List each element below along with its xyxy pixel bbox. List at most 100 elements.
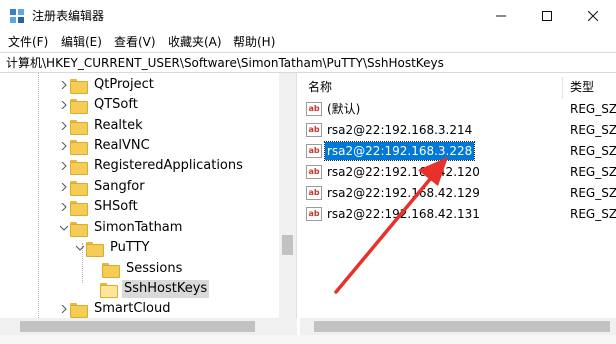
value-row[interactable]: ab rsa2@22:192.168.3.214: [306, 120, 474, 140]
menu-favorites[interactable]: 收藏夹(A): [168, 34, 222, 50]
menu-file[interactable]: 文件(F): [8, 34, 48, 50]
tree-vertical-scrollbar[interactable]: [279, 73, 296, 318]
value-type: REG_SZ: [570, 165, 616, 179]
column-header-name[interactable]: 名称: [308, 79, 332, 95]
key-tree[interactable]: QtProject QTSoft Realtek RealVNC Registe…: [0, 73, 297, 344]
tree-item-label: SimonTatham: [94, 220, 183, 235]
tree-item-label: Sessions: [126, 261, 183, 276]
chevron-right-icon[interactable]: [58, 177, 70, 197]
chevron-right-icon[interactable]: [58, 95, 70, 115]
tree-item-sshhostkeys[interactable]: SshHostKeys: [100, 279, 210, 299]
value-row[interactable]: ab rsa2@22:192.168.42.131: [306, 204, 482, 224]
tree-item-label: Sangfor: [94, 179, 145, 194]
tree-item-smartcloud[interactable]: SmartCloud: [58, 299, 172, 319]
tree-item-label: RealVNC: [94, 138, 150, 153]
value-type: REG_SZ: [570, 102, 616, 116]
folder-icon: [70, 180, 88, 196]
value-name: rsa2@22:192.168.42.129: [327, 186, 480, 200]
folder-icon: [70, 98, 88, 114]
value-type: REG_SZ: [570, 123, 616, 137]
folder-icon: [70, 200, 88, 216]
tree-item-sessions[interactable]: Sessions: [90, 259, 184, 279]
tree-item-label: QTSoft: [94, 97, 138, 112]
tree-item-registeredapplications[interactable]: RegisteredApplications: [58, 156, 245, 176]
scrollbar-thumb[interactable]: [314, 321, 610, 332]
value-name: rsa2@22:192.168.42.131: [327, 207, 480, 221]
minimize-button[interactable]: [478, 0, 524, 32]
list-horizontal-scrollbar[interactable]: [300, 318, 616, 335]
chevron-right-icon[interactable]: [58, 75, 70, 95]
scrollbar-thumb[interactable]: [20, 321, 255, 332]
folder-icon: [86, 241, 104, 257]
chevron-down-icon[interactable]: [74, 238, 86, 258]
value-name: rsa2@22:192.168.3.228: [323, 141, 476, 161]
tree-item-label: SshHostKeys: [122, 280, 210, 298]
folder-icon: [70, 78, 88, 94]
string-value-icon: ab: [306, 144, 322, 158]
folder-icon: [102, 262, 120, 278]
folder-icon: [70, 159, 88, 175]
tree-guide-line: [38, 73, 39, 344]
value-type: REG_SZ: [570, 207, 616, 221]
menu-help[interactable]: 帮助(H): [233, 34, 275, 50]
window-title: 注册表编辑器: [32, 9, 105, 23]
tree-item-label: RegisteredApplications: [94, 158, 243, 173]
column-divider[interactable]: [562, 77, 563, 99]
string-value-icon: ab: [306, 102, 322, 116]
tree-horizontal-scrollbar[interactable]: [0, 318, 297, 335]
tree-item-sangfor[interactable]: Sangfor: [58, 177, 147, 197]
address-path[interactable]: 计算机\HKEY_CURRENT_USER\Software\SimonTath…: [6, 55, 444, 71]
tree-item-label: SHSoft: [94, 199, 138, 214]
string-value-icon: ab: [306, 207, 322, 221]
folder-icon: [70, 302, 88, 318]
tree-item-label: SmartCloud: [94, 301, 171, 316]
taskbar-edge: [0, 335, 616, 344]
value-type: REG_SZ: [570, 144, 616, 158]
value-name: (默认): [327, 102, 361, 116]
tree-item-realtek[interactable]: Realtek: [58, 116, 145, 136]
value-row[interactable]: ab (默认): [306, 99, 362, 119]
menu-edit[interactable]: 编辑(E): [61, 34, 102, 50]
tree-item-realvnc[interactable]: RealVNC: [58, 136, 152, 156]
chevron-right-icon[interactable]: [58, 136, 70, 156]
folder-icon: [70, 119, 88, 135]
title-bar: 注册表编辑器: [0, 0, 616, 32]
string-value-icon: ab: [306, 123, 322, 137]
menu-view[interactable]: 查看(V): [114, 34, 156, 50]
value-type: REG_SZ: [570, 186, 616, 200]
address-bar[interactable]: 计算机\HKEY_CURRENT_USER\Software\SimonTath…: [0, 52, 616, 73]
chevron-down-icon[interactable]: [58, 218, 70, 238]
close-icon: [588, 11, 598, 21]
tree-item-label: Realtek: [94, 118, 143, 133]
scrollbar-thumb[interactable]: [282, 235, 293, 255]
value-name: rsa2@22:192.168.42.120: [327, 165, 480, 179]
chevron-right-icon[interactable]: [58, 197, 70, 217]
folder-icon: [70, 139, 88, 155]
tree-item-qtproject[interactable]: QtProject: [58, 75, 156, 95]
value-row-selected[interactable]: ab rsa2@22:192.168.3.228: [306, 141, 476, 161]
tree-item-label: QtProject: [94, 77, 154, 92]
close-button[interactable]: [570, 0, 616, 32]
value-name: rsa2@22:192.168.3.214: [327, 123, 473, 137]
chevron-right-icon[interactable]: [58, 156, 70, 176]
maximize-icon: [542, 11, 552, 21]
tree-item-simontatham[interactable]: SimonTatham: [58, 218, 184, 238]
folder-icon: [70, 221, 88, 237]
string-value-icon: ab: [306, 165, 322, 179]
column-header-type[interactable]: 类型: [570, 79, 594, 95]
maximize-button[interactable]: [524, 0, 570, 32]
value-list[interactable]: 名称 类型 ab (默认) REG_SZ ab rsa2@22:192.168.…: [300, 73, 616, 344]
chevron-right-icon[interactable]: [58, 299, 70, 319]
registry-editor-icon: [10, 9, 24, 23]
tree-item-putty[interactable]: PuTTY: [74, 238, 151, 258]
folder-open-icon: [100, 282, 118, 298]
tree-item-label: PuTTY: [110, 240, 150, 255]
tree-item-qtsoft[interactable]: QTSoft: [58, 95, 140, 115]
minimize-icon: [496, 15, 506, 17]
value-row[interactable]: ab rsa2@22:192.168.42.129: [306, 183, 482, 203]
menu-bar: 文件(F) 编辑(E) 查看(V) 收藏夹(A) 帮助(H): [0, 32, 616, 52]
string-value-icon: ab: [306, 186, 322, 200]
tree-item-shsoft[interactable]: SHSoft: [58, 197, 140, 217]
value-row[interactable]: ab rsa2@22:192.168.42.120: [306, 162, 482, 182]
chevron-right-icon[interactable]: [58, 116, 70, 136]
